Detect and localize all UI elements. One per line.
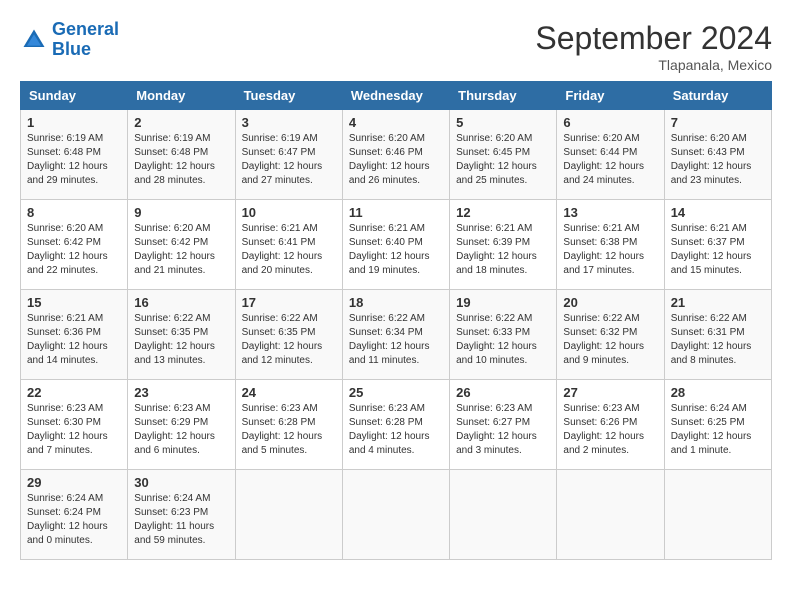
col-sunday: Sunday xyxy=(21,82,128,110)
logo-text: General Blue xyxy=(52,20,119,60)
col-saturday: Saturday xyxy=(664,82,771,110)
calendar-week-5: 29 Sunrise: 6:24 AMSunset: 6:24 PMDaylig… xyxy=(21,470,772,560)
day-20: 20 Sunrise: 6:22 AMSunset: 6:32 PMDaylig… xyxy=(557,290,664,380)
day-17: 17 Sunrise: 6:22 AMSunset: 6:35 PMDaylig… xyxy=(235,290,342,380)
calendar-table: Sunday Monday Tuesday Wednesday Thursday… xyxy=(20,81,772,560)
day-19: 19 Sunrise: 6:22 AMSunset: 6:33 PMDaylig… xyxy=(450,290,557,380)
day-16: 16 Sunrise: 6:22 AMSunset: 6:35 PMDaylig… xyxy=(128,290,235,380)
day-7: 7 Sunrise: 6:20 AMSunset: 6:43 PMDayligh… xyxy=(664,110,771,200)
day-12: 12 Sunrise: 6:21 AMSunset: 6:39 PMDaylig… xyxy=(450,200,557,290)
day-28: 28 Sunrise: 6:24 AMSunset: 6:25 PMDaylig… xyxy=(664,380,771,470)
empty-cell-3 xyxy=(450,470,557,560)
col-wednesday: Wednesday xyxy=(342,82,449,110)
day-18: 18 Sunrise: 6:22 AMSunset: 6:34 PMDaylig… xyxy=(342,290,449,380)
day-1: 1 Sunrise: 6:19 AMSunset: 6:48 PMDayligh… xyxy=(21,110,128,200)
calendar-header-row: Sunday Monday Tuesday Wednesday Thursday… xyxy=(21,82,772,110)
calendar-week-4: 22 Sunrise: 6:23 AMSunset: 6:30 PMDaylig… xyxy=(21,380,772,470)
day-6: 6 Sunrise: 6:20 AMSunset: 6:44 PMDayligh… xyxy=(557,110,664,200)
empty-cell-4 xyxy=(557,470,664,560)
logo-line1: General xyxy=(52,19,119,39)
logo-icon xyxy=(20,26,48,54)
calendar-week-2: 8 Sunrise: 6:20 AMSunset: 6:42 PMDayligh… xyxy=(21,200,772,290)
empty-cell-2 xyxy=(342,470,449,560)
day-21: 21 Sunrise: 6:22 AMSunset: 6:31 PMDaylig… xyxy=(664,290,771,380)
day-24: 24 Sunrise: 6:23 AMSunset: 6:28 PMDaylig… xyxy=(235,380,342,470)
title-section: September 2024 Tlapanala, Mexico xyxy=(535,20,772,73)
calendar-week-3: 15 Sunrise: 6:21 AMSunset: 6:36 PMDaylig… xyxy=(21,290,772,380)
empty-cell-1 xyxy=(235,470,342,560)
day-9: 9 Sunrise: 6:20 AMSunset: 6:42 PMDayligh… xyxy=(128,200,235,290)
empty-cell-5 xyxy=(664,470,771,560)
day-22: 22 Sunrise: 6:23 AMSunset: 6:30 PMDaylig… xyxy=(21,380,128,470)
location: Tlapanala, Mexico xyxy=(535,57,772,73)
day-5: 5 Sunrise: 6:20 AMSunset: 6:45 PMDayligh… xyxy=(450,110,557,200)
day-10: 10 Sunrise: 6:21 AMSunset: 6:41 PMDaylig… xyxy=(235,200,342,290)
day-13: 13 Sunrise: 6:21 AMSunset: 6:38 PMDaylig… xyxy=(557,200,664,290)
page-header: General Blue September 2024 Tlapanala, M… xyxy=(20,20,772,73)
day-15: 15 Sunrise: 6:21 AMSunset: 6:36 PMDaylig… xyxy=(21,290,128,380)
col-monday: Monday xyxy=(128,82,235,110)
day-30: 30 Sunrise: 6:24 AMSunset: 6:23 PMDaylig… xyxy=(128,470,235,560)
day-14: 14 Sunrise: 6:21 AMSunset: 6:37 PMDaylig… xyxy=(664,200,771,290)
day-2: 2 Sunrise: 6:19 AMSunset: 6:48 PMDayligh… xyxy=(128,110,235,200)
calendar-week-1: 1 Sunrise: 6:19 AMSunset: 6:48 PMDayligh… xyxy=(21,110,772,200)
day-23: 23 Sunrise: 6:23 AMSunset: 6:29 PMDaylig… xyxy=(128,380,235,470)
col-tuesday: Tuesday xyxy=(235,82,342,110)
day-4: 4 Sunrise: 6:20 AMSunset: 6:46 PMDayligh… xyxy=(342,110,449,200)
month-title: September 2024 xyxy=(535,20,772,57)
day-8: 8 Sunrise: 6:20 AMSunset: 6:42 PMDayligh… xyxy=(21,200,128,290)
day-26: 26 Sunrise: 6:23 AMSunset: 6:27 PMDaylig… xyxy=(450,380,557,470)
day-25: 25 Sunrise: 6:23 AMSunset: 6:28 PMDaylig… xyxy=(342,380,449,470)
col-friday: Friday xyxy=(557,82,664,110)
day-29: 29 Sunrise: 6:24 AMSunset: 6:24 PMDaylig… xyxy=(21,470,128,560)
logo-line2: Blue xyxy=(52,39,91,59)
day-3: 3 Sunrise: 6:19 AMSunset: 6:47 PMDayligh… xyxy=(235,110,342,200)
col-thursday: Thursday xyxy=(450,82,557,110)
day-11: 11 Sunrise: 6:21 AMSunset: 6:40 PMDaylig… xyxy=(342,200,449,290)
logo: General Blue xyxy=(20,20,119,60)
day-27: 27 Sunrise: 6:23 AMSunset: 6:26 PMDaylig… xyxy=(557,380,664,470)
